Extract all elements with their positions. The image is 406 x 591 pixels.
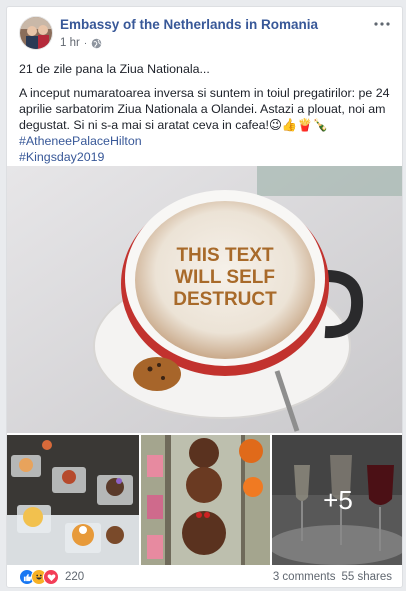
post-meta: 1 hr · [60,37,102,49]
globe-icon[interactable] [91,38,102,49]
post-card: Embassy of the Netherlands in Romania 1 … [6,6,403,588]
thumbnail-desserts-1[interactable] [7,435,139,565]
post-text-body: A inceput numaratoarea inversa si suntem… [19,86,390,132]
photo-thumbnails: +5 [7,435,402,565]
hashtag-link[interactable]: #Kingsday2019 [19,149,397,165]
comments-link[interactable]: 3 comments [273,571,336,583]
more-photos-overlay[interactable]: +5 [272,435,402,565]
engagement-stats: 3 comments 55 shares [273,571,392,583]
thumbnail-desserts-2[interactable] [141,435,270,565]
more-photos-count: +5 [323,484,353,515]
post-text-line1: 21 de zile pana la Ziua Nationala... [19,62,210,76]
reactions-summary[interactable]: 220 [19,569,84,585]
post-text: 21 de zile pana la Ziua Nationala... A i… [19,61,397,165]
reaction-count: 220 [65,571,85,583]
post-header: Embassy of the Netherlands in Romania 1 … [7,7,402,59]
latte-art-line: THIS TEXT [176,245,274,266]
ellipsis-icon[interactable] [370,15,394,33]
meta-separator: · [83,37,88,49]
page-name-link[interactable]: Embassy of the Netherlands in Romania [60,17,318,32]
love-icon [43,569,59,585]
hashtag-link[interactable]: #AtheneePalaceHilton [19,133,397,149]
page-avatar[interactable] [19,16,53,50]
latte-art-line: WILL SELF [175,267,275,288]
main-photo-latte[interactable]: THIS TEXT WILL SELF DESTRUCT [7,166,402,433]
thumbnail-wine[interactable]: +5 [272,435,402,565]
shares-link[interactable]: 55 shares [341,571,392,583]
post-timestamp[interactable]: 1 hr [60,37,80,49]
latte-art-line: DESTRUCT [173,289,277,310]
post-footer: 220 3 comments 55 shares [7,567,402,587]
